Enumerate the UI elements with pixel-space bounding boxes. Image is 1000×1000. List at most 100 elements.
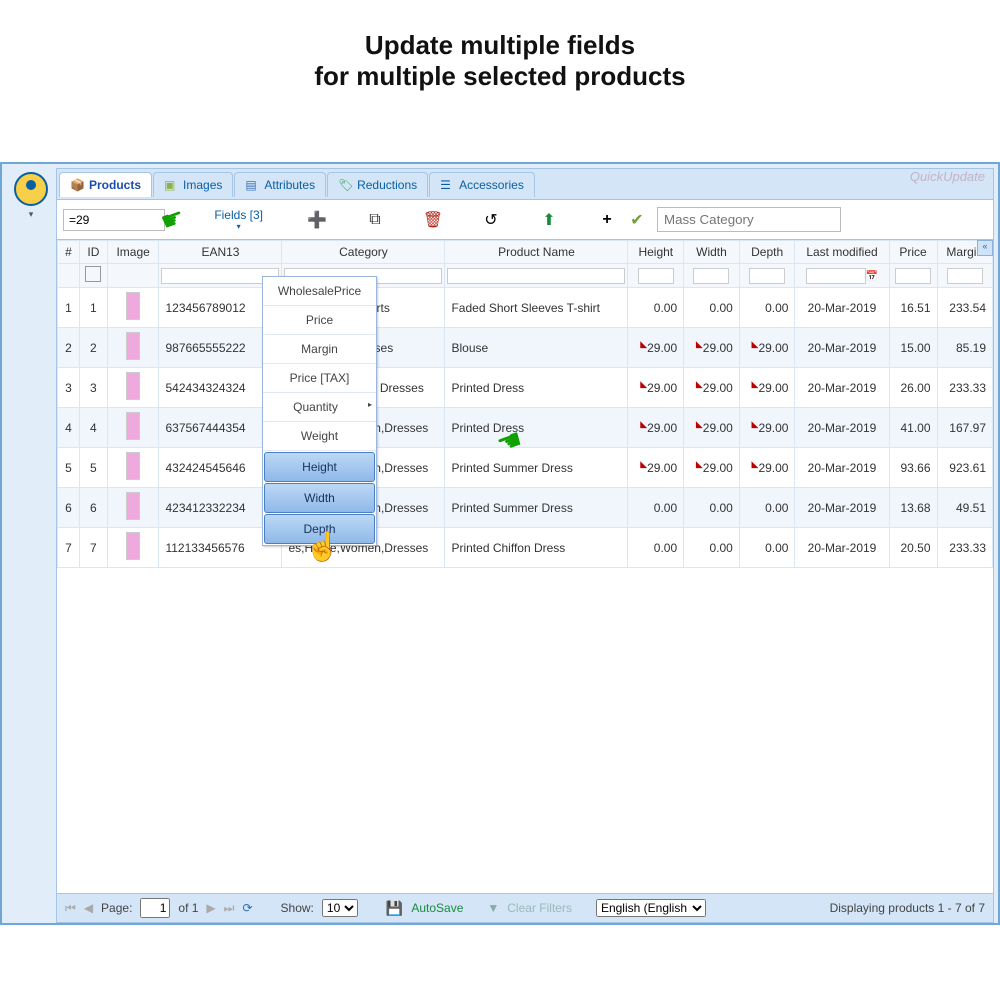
- cell-price: 41.00: [889, 408, 937, 448]
- tab-reductions[interactable]: 🏷Reductions: [327, 172, 428, 197]
- cell-price: 20.50: [889, 528, 937, 568]
- col-depth[interactable]: Depth: [739, 241, 795, 264]
- prev-page-icon[interactable]: ◀: [84, 901, 93, 915]
- sidebar: ▾: [6, 168, 56, 923]
- id-checkbox[interactable]: [85, 266, 101, 282]
- mass-category-input[interactable]: [657, 207, 841, 232]
- col-last-modified[interactable]: Last modified: [795, 241, 889, 264]
- filter-last-modified[interactable]: [806, 268, 866, 284]
- product-thumbnail: [126, 492, 140, 520]
- box-icon: 📦: [70, 178, 84, 192]
- picture-icon: ▣: [164, 178, 178, 192]
- cell-last-modified: 20-Mar-2019: [795, 408, 889, 448]
- cell-dim: ◣29.00: [684, 368, 740, 408]
- fields-menu-item[interactable]: WholesalePrice: [263, 277, 376, 306]
- cell-product-name: Faded Short Sleeves T-shirt: [445, 288, 628, 328]
- table-row[interactable]: 66423412332234es,Home,Women,DressesPrint…: [58, 488, 993, 528]
- cell-dim: ◣29.00: [684, 328, 740, 368]
- cell-margin: 49.51: [937, 488, 993, 528]
- fields-dropdown-button[interactable]: Fields [3]▾: [208, 206, 269, 233]
- autosave-button[interactable]: AutoSave: [411, 901, 463, 915]
- cell-image: [107, 488, 159, 528]
- product-thumbnail: [126, 412, 140, 440]
- col-category[interactable]: Category: [282, 241, 445, 264]
- fields-menu-item[interactable]: Price [TAX]: [263, 364, 376, 393]
- cell-id: 5: [79, 448, 107, 488]
- col-product-name[interactable]: Product Name: [445, 241, 628, 264]
- copy-icon[interactable]: ⧉: [365, 210, 385, 230]
- fields-menu-item[interactable]: Weight: [263, 422, 376, 451]
- filter-product-name[interactable]: [447, 268, 625, 284]
- table-row[interactable]: 77112133456576es,Home,Women,DressesPrint…: [58, 528, 993, 568]
- plus-icon[interactable]: +: [597, 210, 617, 230]
- refresh-icon[interactable]: ⟳: [242, 901, 252, 915]
- table-row[interactable]: 55432424545646es,Home,Women,DressesPrint…: [58, 448, 993, 488]
- cell-dim: ◣29.00: [628, 408, 684, 448]
- cell-image: [107, 528, 159, 568]
- cell-row: 5: [58, 448, 80, 488]
- filter-price[interactable]: [895, 268, 931, 284]
- fields-menu-item[interactable]: Margin: [263, 335, 376, 364]
- check-icon[interactable]: ✔: [627, 210, 647, 230]
- next-page-icon[interactable]: ▶: [206, 901, 215, 915]
- col-width[interactable]: Width: [684, 241, 740, 264]
- undo-icon[interactable]: ↺: [481, 210, 501, 230]
- cell-last-modified: 20-Mar-2019: [795, 488, 889, 528]
- value-input[interactable]: [63, 209, 165, 231]
- expand-icon[interactable]: «: [977, 240, 993, 256]
- paginator: ⏮ ◀ Page: of 1 ▶ ⏭ ⟳ Show: 10 💾 AutoSave…: [57, 893, 993, 922]
- filter-depth[interactable]: [749, 268, 785, 284]
- tab-accessories[interactable]: ☰Accessories: [429, 172, 535, 197]
- tab-products[interactable]: 📦Products: [59, 172, 152, 197]
- last-page-icon[interactable]: ⏭: [224, 901, 235, 916]
- first-page-icon[interactable]: ⏮: [65, 901, 76, 916]
- page-input[interactable]: [140, 898, 170, 918]
- cell-price: 16.51: [889, 288, 937, 328]
- col-row[interactable]: #: [58, 241, 80, 264]
- col-ean13[interactable]: EAN13: [159, 241, 282, 264]
- fields-menu-item[interactable]: Width: [264, 483, 375, 513]
- cell-dim: ◣29.00: [739, 408, 795, 448]
- table-row[interactable]: 44637567444354es,Home,Women,DressesPrint…: [58, 408, 993, 448]
- table-row[interactable]: 33542434324324,Dresses,Casual DressesPri…: [58, 368, 993, 408]
- language-select[interactable]: English (English: [596, 899, 706, 917]
- cell-margin: 233.33: [937, 528, 993, 568]
- cell-id: 3: [79, 368, 107, 408]
- cell-id: 2: [79, 328, 107, 368]
- fields-menu-item[interactable]: Price: [263, 306, 376, 335]
- cell-product-name: Printed Dress: [445, 368, 628, 408]
- cell-product-name: Blouse: [445, 328, 628, 368]
- list-icon: ▤: [245, 178, 259, 192]
- trash-icon[interactable]: 🗑: [423, 210, 443, 230]
- cell-margin: 233.54: [937, 288, 993, 328]
- col-price[interactable]: Price: [889, 241, 937, 264]
- table-row[interactable]: 22987665555222omen,Tops,BlousesBlouse◣29…: [58, 328, 993, 368]
- fields-menu-item[interactable]: Quantity ▸: [263, 393, 376, 422]
- cell-last-modified: 20-Mar-2019: [795, 328, 889, 368]
- upload-icon[interactable]: ⬆: [539, 210, 559, 230]
- cell-margin: 923.61: [937, 448, 993, 488]
- col-height[interactable]: Height: [628, 241, 684, 264]
- table-row[interactable]: 11123456789012omen,Tops,T-shirtsFaded Sh…: [58, 288, 993, 328]
- cell-dim: 0.00: [628, 288, 684, 328]
- cell-id: 6: [79, 488, 107, 528]
- hero-title-line2: for multiple selected products: [0, 61, 1000, 92]
- show-label: Show:: [281, 901, 314, 915]
- fields-dropdown-menu: WholesalePricePriceMarginPrice [TAX]Quan…: [262, 276, 377, 546]
- tab-images[interactable]: ▣Images: [153, 172, 233, 197]
- calendar-icon[interactable]: 📅: [866, 271, 878, 282]
- col-image[interactable]: Image: [107, 241, 159, 264]
- cell-dim: ◣29.00: [628, 448, 684, 488]
- filter-margin[interactable]: [947, 268, 983, 284]
- clear-filters-button[interactable]: Clear Filters: [507, 901, 572, 915]
- filter-width[interactable]: [693, 268, 729, 284]
- tab-attributes[interactable]: ▤Attributes: [234, 172, 326, 197]
- cell-product-name: Printed Summer Dress: [445, 448, 628, 488]
- filter-height[interactable]: [638, 268, 674, 284]
- add-icon[interactable]: ➕: [307, 210, 327, 230]
- show-select[interactable]: 10: [322, 899, 358, 917]
- cell-image: [107, 328, 159, 368]
- col-id[interactable]: ID: [79, 241, 107, 264]
- fields-menu-item[interactable]: Height: [264, 452, 375, 482]
- cell-row: 3: [58, 368, 80, 408]
